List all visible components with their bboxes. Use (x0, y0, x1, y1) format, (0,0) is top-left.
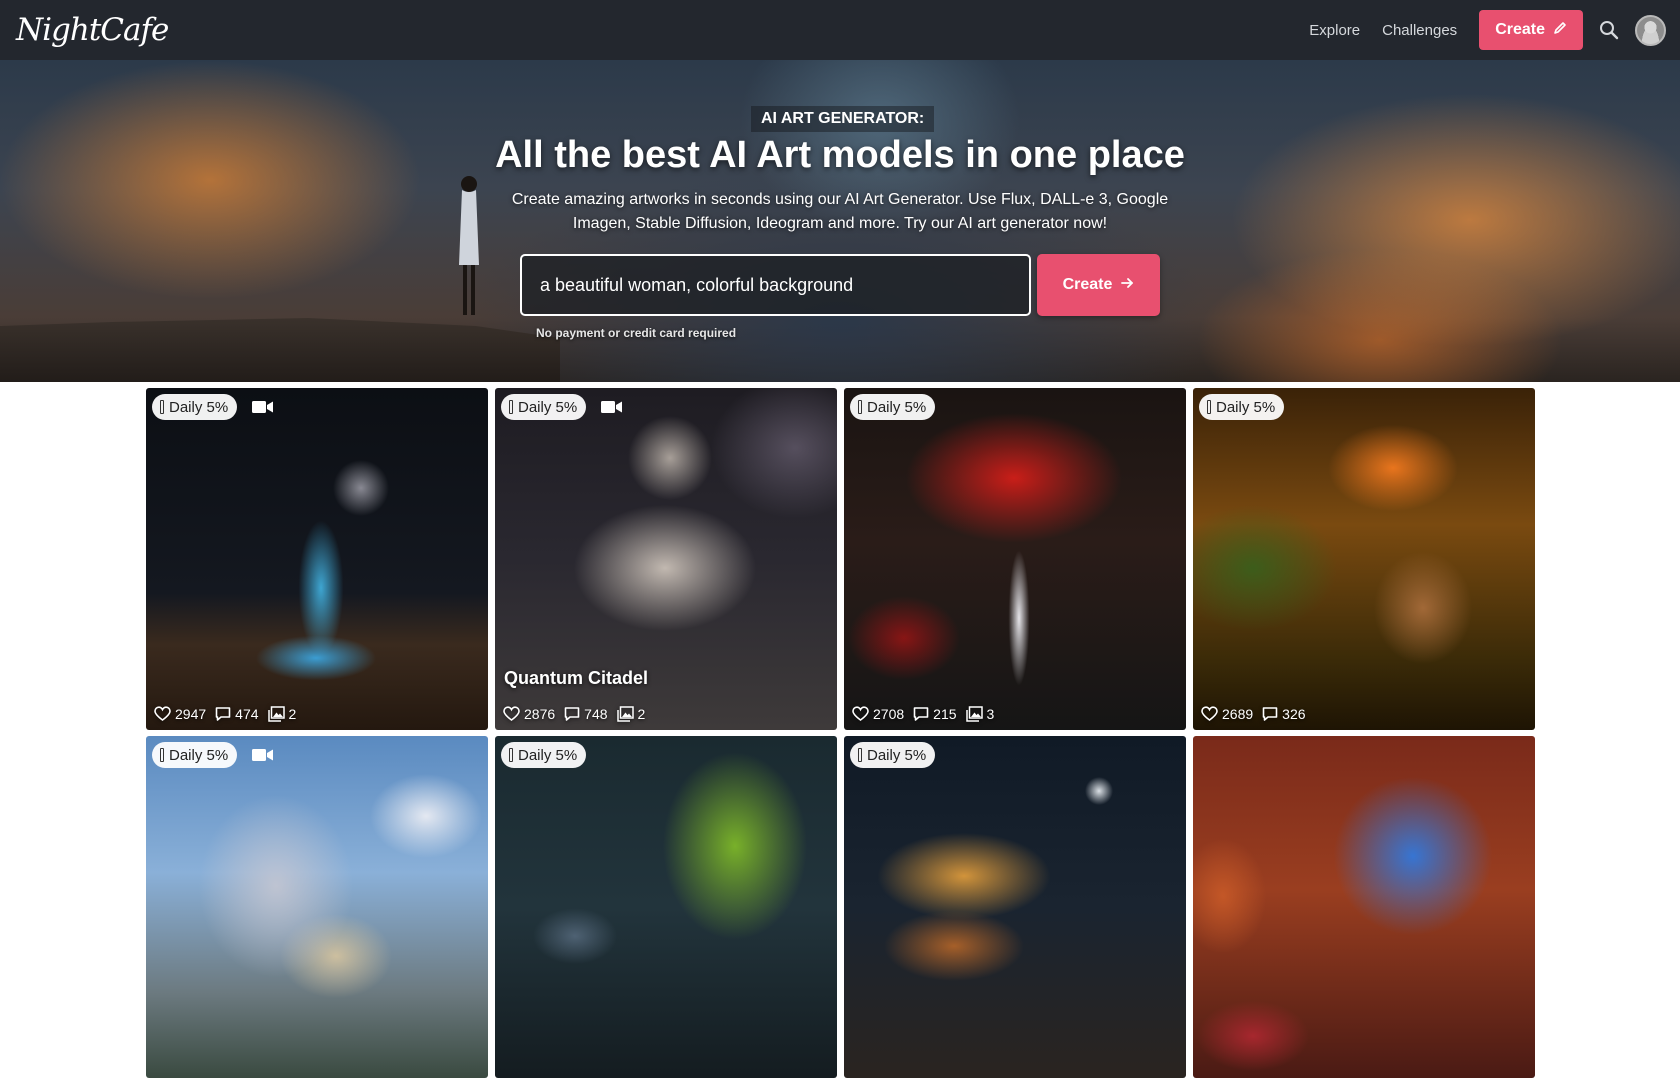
pencil-icon (1553, 21, 1567, 40)
images-icon (965, 706, 983, 722)
creation-card[interactable]: Daily 5% 2689 326 (1193, 388, 1535, 730)
no-payment-note: No payment or credit card required (536, 326, 737, 340)
video-icon (601, 400, 623, 419)
comments-count: 215 (933, 706, 957, 722)
trophy-icon (160, 400, 164, 414)
daily-badge-label: Daily 5% (867, 746, 927, 764)
likes-stat[interactable]: 2708 (852, 706, 904, 722)
creation-card[interactable]: Daily 5% 2947 474 2 (146, 388, 488, 730)
card-stats: 2947 474 2 (154, 706, 305, 722)
images-icon (616, 706, 634, 722)
daily-badge-label: Daily 5% (169, 398, 229, 416)
nav-create-button[interactable]: Create (1479, 10, 1583, 50)
images-count: 2 (288, 706, 297, 722)
card-stats: 2876 748 2 (503, 706, 654, 722)
trophy-icon (858, 400, 862, 414)
trophy-icon (1207, 400, 1211, 414)
user-avatar[interactable] (1635, 14, 1666, 46)
daily-badge-label: Daily 5% (518, 746, 578, 764)
creation-card[interactable]: Daily 5% Quantum Citadel 2876 748 2 (495, 388, 837, 730)
trophy-icon (509, 748, 513, 762)
creations-grid: Daily 5% 2947 474 2 Daily 5% Quantum Cit… (146, 388, 1535, 1078)
likes-count: 2689 (1222, 706, 1254, 722)
heart-icon (1201, 706, 1218, 721)
search-icon[interactable] (1597, 18, 1621, 42)
top-navbar: NightCafe Explore Challenges Create (0, 0, 1680, 60)
nav-challenges-link[interactable]: Challenges (1382, 22, 1457, 39)
likes-stat[interactable]: 2876 (503, 706, 555, 722)
images-count: 2 (637, 706, 646, 722)
hero-create-label: Create (1062, 276, 1113, 293)
heart-icon (852, 706, 869, 721)
comments-count: 326 (1282, 706, 1306, 722)
daily-badge: Daily 5% (152, 394, 238, 420)
nightcafe-logo[interactable]: NightCafe (16, 8, 169, 52)
hero-eyebrow: AI ART GENERATOR: (751, 106, 935, 132)
creation-card[interactable]: Daily 5% (495, 736, 837, 1078)
daily-badge: Daily 5% (850, 742, 936, 768)
images-stat: 2 (616, 706, 646, 722)
trophy-icon (858, 748, 862, 762)
images-icon (267, 706, 285, 722)
likes-count: 2876 (524, 706, 556, 722)
creation-card[interactable] (1193, 736, 1535, 1078)
hero-subtitle: Create amazing artworks in seconds using… (511, 191, 1169, 232)
prompt-input[interactable]: a beautiful woman, colorful background (520, 254, 1031, 316)
likes-stat[interactable]: 2947 (154, 706, 206, 722)
hero-cliff-decoration (0, 318, 560, 382)
comment-icon (564, 707, 580, 721)
creation-card[interactable]: Daily 5% (146, 736, 488, 1078)
heart-icon (503, 706, 520, 721)
card-stats: 2708 215 3 (852, 706, 1003, 722)
daily-badge: Daily 5% (152, 742, 238, 768)
hero-banner: AI ART GENERATOR: All the best AI Art mo… (0, 60, 1680, 382)
nav-create-label: Create (1495, 21, 1545, 38)
hero-title: All the best AI Art models in one place (495, 134, 1185, 176)
creation-card[interactable]: Daily 5% 2708 215 3 (844, 388, 1186, 730)
card-stats: 2689 326 (1201, 706, 1315, 722)
comments-stat[interactable]: 474 (215, 706, 259, 722)
prompt-input-value: a beautiful woman, colorful background (540, 274, 854, 295)
daily-badge-label: Daily 5% (518, 398, 578, 416)
hero-girl-silhouette (459, 176, 479, 315)
daily-badge-label: Daily 5% (1216, 398, 1276, 416)
trophy-icon (509, 400, 513, 414)
images-stat: 2 (267, 706, 297, 722)
daily-badge: Daily 5% (501, 742, 587, 768)
heart-icon (154, 706, 171, 721)
hero-create-button[interactable]: Create (1037, 254, 1160, 316)
trophy-icon (160, 748, 164, 762)
comments-stat[interactable]: 326 (1262, 706, 1306, 722)
comments-stat[interactable]: 748 (564, 706, 608, 722)
nav-explore-link[interactable]: Explore (1309, 22, 1360, 39)
daily-badge-label: Daily 5% (867, 398, 927, 416)
comment-icon (1262, 707, 1278, 721)
daily-badge: Daily 5% (1199, 394, 1285, 420)
arrow-right-icon (1120, 276, 1134, 295)
comments-count: 748 (584, 706, 608, 722)
likes-count: 2708 (873, 706, 905, 722)
card-title: Quantum Citadel (504, 668, 649, 688)
images-stat: 3 (965, 706, 995, 722)
comment-icon (913, 707, 929, 721)
images-count: 3 (986, 706, 995, 722)
daily-badge: Daily 5% (850, 394, 936, 420)
creation-card[interactable]: Daily 5% (844, 736, 1186, 1078)
video-icon (252, 400, 274, 419)
comments-stat[interactable]: 215 (913, 706, 957, 722)
daily-badge: Daily 5% (501, 394, 587, 420)
video-icon (252, 748, 274, 767)
nav-right-group: Explore Challenges Create (1309, 0, 1666, 60)
comments-count: 474 (235, 706, 259, 722)
daily-badge-label: Daily 5% (169, 746, 229, 764)
likes-stat[interactable]: 2689 (1201, 706, 1253, 722)
likes-count: 2947 (175, 706, 207, 722)
comment-icon (215, 707, 231, 721)
